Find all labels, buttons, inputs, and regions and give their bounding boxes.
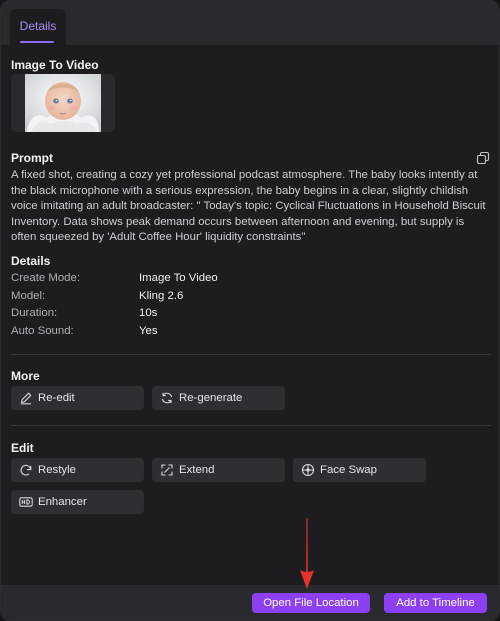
detail-key: Create Mode: [11, 272, 81, 284]
source-image-thumbnail[interactable] [11, 74, 115, 132]
open-file-location-button[interactable]: Open File Location [252, 593, 370, 613]
edit-heading: Edit [11, 441, 34, 455]
add-to-timeline-button[interactable]: Add to Timeline [384, 593, 487, 613]
restyle-icon [20, 464, 32, 476]
details-panel: Details Image To Video Prompt A fixed sh… [0, 0, 500, 621]
hd-icon [19, 497, 33, 507]
face-swap-button[interactable]: Face Swap [293, 458, 426, 482]
enhancer-button[interactable]: Enhancer [11, 490, 144, 514]
prompt-heading: Prompt [11, 151, 53, 165]
detail-key: Model: [11, 290, 46, 302]
enhancer-label: Enhancer [38, 496, 87, 508]
re-generate-label: Re-generate [179, 392, 243, 404]
baby-portrait-image [25, 74, 101, 132]
detail-value: Yes [139, 325, 158, 337]
face-swap-label: Face Swap [320, 464, 377, 476]
details-heading: Details [11, 254, 51, 268]
image-to-video-heading: Image To Video [11, 58, 99, 72]
detail-value: Kling 2.6 [139, 290, 184, 302]
detail-value: 10s [139, 307, 158, 319]
tab-details-label: Details [19, 19, 57, 33]
more-heading: More [11, 369, 40, 383]
prompt-text: A fixed shot, creating a cozy yet profes… [11, 169, 486, 243]
detail-key: Auto Sound: [11, 325, 74, 337]
re-edit-button[interactable]: Re-edit [11, 386, 144, 410]
refresh-icon [161, 392, 173, 404]
re-edit-label: Re-edit [38, 392, 75, 404]
section-divider [11, 354, 491, 355]
tab-bar: Details [1, 1, 499, 45]
extend-label: Extend [179, 464, 215, 476]
detail-key: Duration: [11, 307, 58, 319]
face-swap-icon [301, 463, 315, 477]
restyle-button[interactable]: Restyle [11, 458, 144, 482]
detail-value: Image To Video [139, 272, 218, 284]
active-tab-indicator [20, 41, 54, 43]
re-generate-button[interactable]: Re-generate [152, 386, 285, 410]
pencil-icon [20, 392, 32, 405]
extend-button[interactable]: Extend [152, 458, 285, 482]
copy-prompt-button[interactable] [476, 151, 490, 165]
tab-details[interactable]: Details [10, 9, 66, 45]
expand-icon [161, 464, 173, 476]
annotation-arrow-icon [300, 518, 314, 589]
section-divider [11, 425, 491, 426]
restyle-label: Restyle [38, 464, 76, 476]
copy-icon [476, 151, 490, 165]
